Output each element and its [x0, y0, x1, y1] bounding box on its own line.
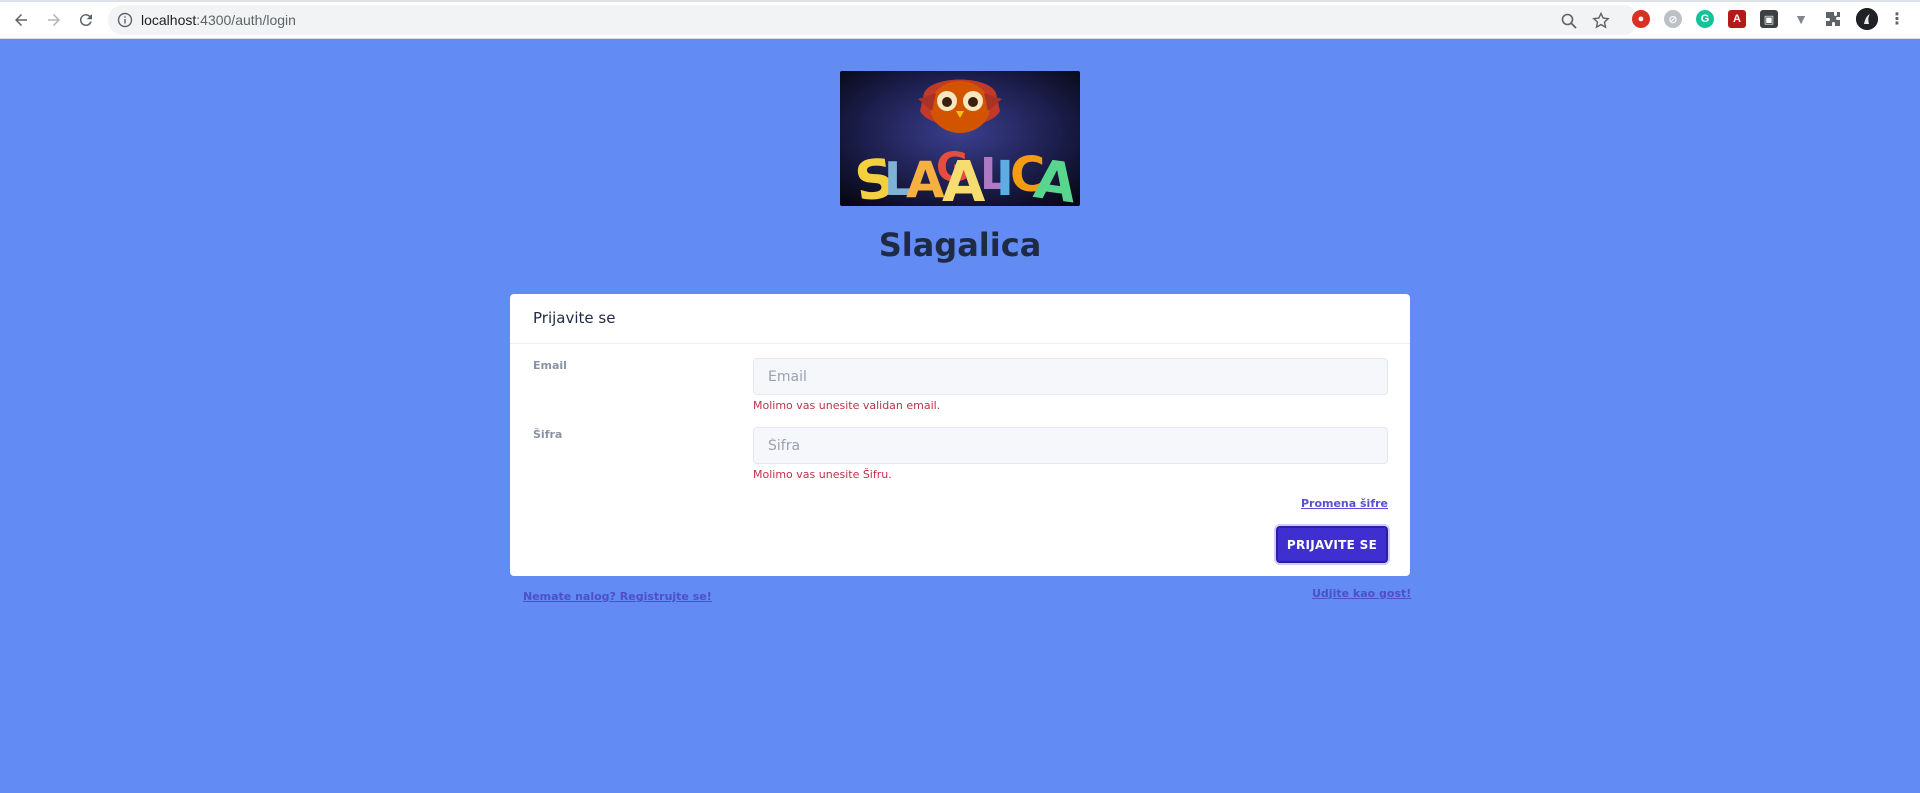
tab-strip	[0, 0, 1920, 2]
login-button[interactable]: PRIJAVITE SE	[1276, 526, 1388, 563]
address-bar[interactable]: localhost:4300/auth/login	[108, 5, 1638, 35]
zoom-icon[interactable]	[1560, 12, 1578, 30]
guest-login-link[interactable]: Udjite kao gost!	[1312, 587, 1411, 600]
extension-red-icon[interactable]: ●	[1632, 10, 1650, 28]
url-text: localhost:4300/auth/login	[141, 12, 296, 28]
card-header: Prijavite se	[510, 294, 1410, 344]
password-field[interactable]	[753, 427, 1388, 464]
password-label: Šifra	[533, 428, 563, 441]
menu-dots-icon[interactable]: ⋮	[1888, 10, 1906, 28]
pdf-icon[interactable]: A	[1728, 10, 1746, 28]
extensions-icon[interactable]	[1824, 10, 1842, 28]
password-error: Molimo vas unesite Šifru.	[753, 468, 892, 481]
card-header-title: Prijavite se	[533, 309, 616, 327]
forward-arrow-icon[interactable]	[42, 8, 66, 32]
login-card: Prijavite se Email Molimo vas unesite va…	[510, 294, 1410, 576]
star-icon[interactable]	[1592, 12, 1610, 30]
email-field[interactable]	[753, 358, 1388, 395]
profile-avatar[interactable]	[1856, 8, 1878, 30]
info-icon[interactable]	[117, 12, 133, 28]
extension-grey-icon[interactable]: ⊘	[1664, 10, 1682, 28]
back-arrow-icon[interactable]	[9, 8, 33, 32]
email-label: Email	[533, 359, 567, 372]
page-title: Slagalica	[878, 226, 1042, 264]
extension-dark-icon[interactable]: ▣	[1760, 10, 1778, 28]
slagalica-logo: S L A G A L I C A	[840, 71, 1080, 206]
vue-devtools-icon[interactable]: ▼	[1792, 10, 1810, 28]
reload-icon[interactable]	[74, 8, 98, 32]
grammarly-icon[interactable]: G	[1696, 10, 1714, 28]
svg-text:A: A	[1030, 147, 1080, 206]
browser-toolbar: localhost:4300/auth/login ● ⊘ G A ▣ ▼ ⋮	[0, 0, 1920, 39]
forgot-password-link[interactable]: Promena šifre	[1301, 497, 1388, 510]
register-link[interactable]: Nemate nalog? Registrujte se!	[523, 590, 712, 603]
email-error: Molimo vas unesite validan email.	[753, 399, 941, 412]
